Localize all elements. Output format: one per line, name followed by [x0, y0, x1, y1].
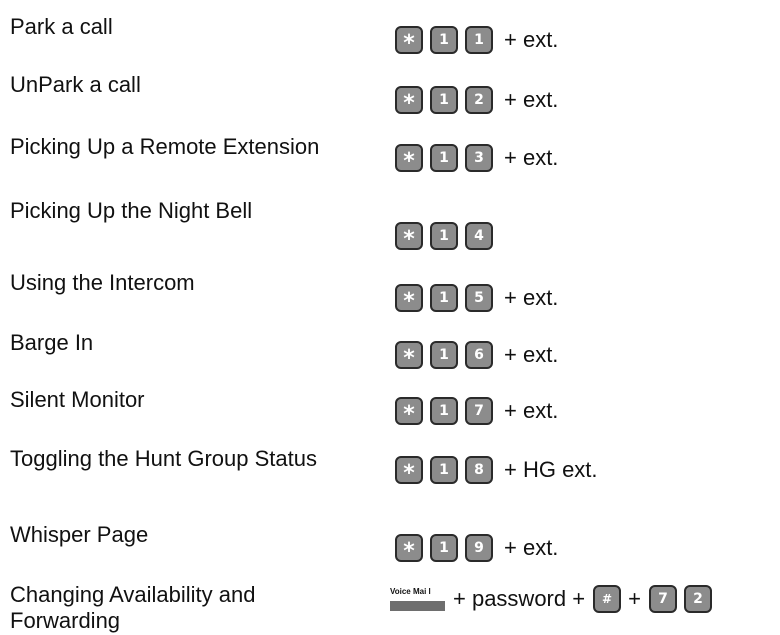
row-label: UnPark a call — [10, 72, 141, 97]
row-label: Silent Monitor — [10, 387, 145, 412]
key-star: * — [395, 26, 423, 56]
key-hash: # — [593, 585, 622, 613]
extension-suffix: + ext. — [504, 535, 559, 560]
key-digit: 4 — [465, 222, 493, 250]
voicemail-key: Voice Mai l — [390, 587, 445, 611]
key-combo: * 1 3 + ext. — [395, 142, 558, 174]
key-digit: 6 — [465, 341, 493, 369]
key-digit: 1 — [430, 144, 458, 172]
key-digit: 1 — [430, 222, 458, 250]
row-label: Whisper Page — [10, 522, 149, 547]
key-digit: 1 — [465, 26, 493, 54]
key-combo: * 1 5 + ext. — [395, 282, 558, 314]
key-combo: * 1 4 — [395, 220, 500, 252]
key-digit: 8 — [465, 456, 493, 484]
key-combo: * 1 1 + ext. — [395, 24, 558, 56]
voicemail-key-label: Voice Mai l — [390, 587, 431, 596]
row-label: Barge In — [10, 330, 94, 355]
key-digit: 1 — [430, 341, 458, 369]
row-label: Park a call — [10, 14, 113, 39]
key-star: * — [395, 341, 423, 371]
key-combo: * 1 8 + HG ext. — [395, 454, 598, 486]
row-label: Toggling the Hunt Group Status — [10, 446, 317, 471]
key-star: * — [395, 456, 423, 486]
plus-text: + — [628, 586, 641, 611]
extension-suffix: + ext. — [504, 87, 559, 112]
key-digit: 1 — [430, 284, 458, 312]
extension-suffix: + ext. — [504, 27, 559, 52]
key-digit: 1 — [430, 534, 458, 562]
extension-suffix: + ext. — [504, 398, 559, 423]
password-text: + password + — [453, 586, 586, 611]
key-digit: 5 — [465, 284, 493, 312]
extension-suffix: + ext. — [504, 145, 559, 170]
key-combo: * 1 2 + ext. — [395, 84, 558, 116]
row-label-changing-availability: Changing Availability and Forwarding — [10, 582, 256, 633]
key-star: * — [395, 284, 423, 314]
row-label: Picking Up a Remote Extension — [10, 134, 320, 159]
key-digit: 1 — [430, 397, 458, 425]
key-combo: * 1 6 + ext. — [395, 339, 558, 371]
key-digit: 1 — [430, 26, 458, 54]
key-digit: 7 — [465, 397, 493, 425]
key-star: * — [395, 534, 423, 564]
row-label: Using the Intercom — [10, 270, 195, 295]
extension-suffix: + ext. — [504, 342, 559, 367]
key-digit: 1 — [430, 86, 458, 114]
key-combo: * 1 7 + ext. — [395, 395, 558, 427]
key-star: * — [395, 86, 423, 116]
key-star: * — [395, 222, 423, 252]
key-star: * — [395, 144, 423, 174]
extension-suffix: + HG ext. — [504, 457, 598, 482]
key-digit: 1 — [430, 456, 458, 484]
key-combo-changing-availability: Voice Mai l + password + # + 7 2 — [390, 583, 719, 615]
key-digit: 3 — [465, 144, 493, 172]
key-digit: 9 — [465, 534, 493, 562]
row-label: Picking Up the Night Bell — [10, 198, 253, 223]
extension-suffix: + ext. — [504, 285, 559, 310]
key-7: 7 — [648, 585, 677, 613]
key-digit: 2 — [465, 86, 493, 114]
key-star: * — [395, 397, 423, 427]
key-combo: * 1 9 + ext. — [395, 532, 558, 564]
key-2: 2 — [683, 585, 712, 613]
